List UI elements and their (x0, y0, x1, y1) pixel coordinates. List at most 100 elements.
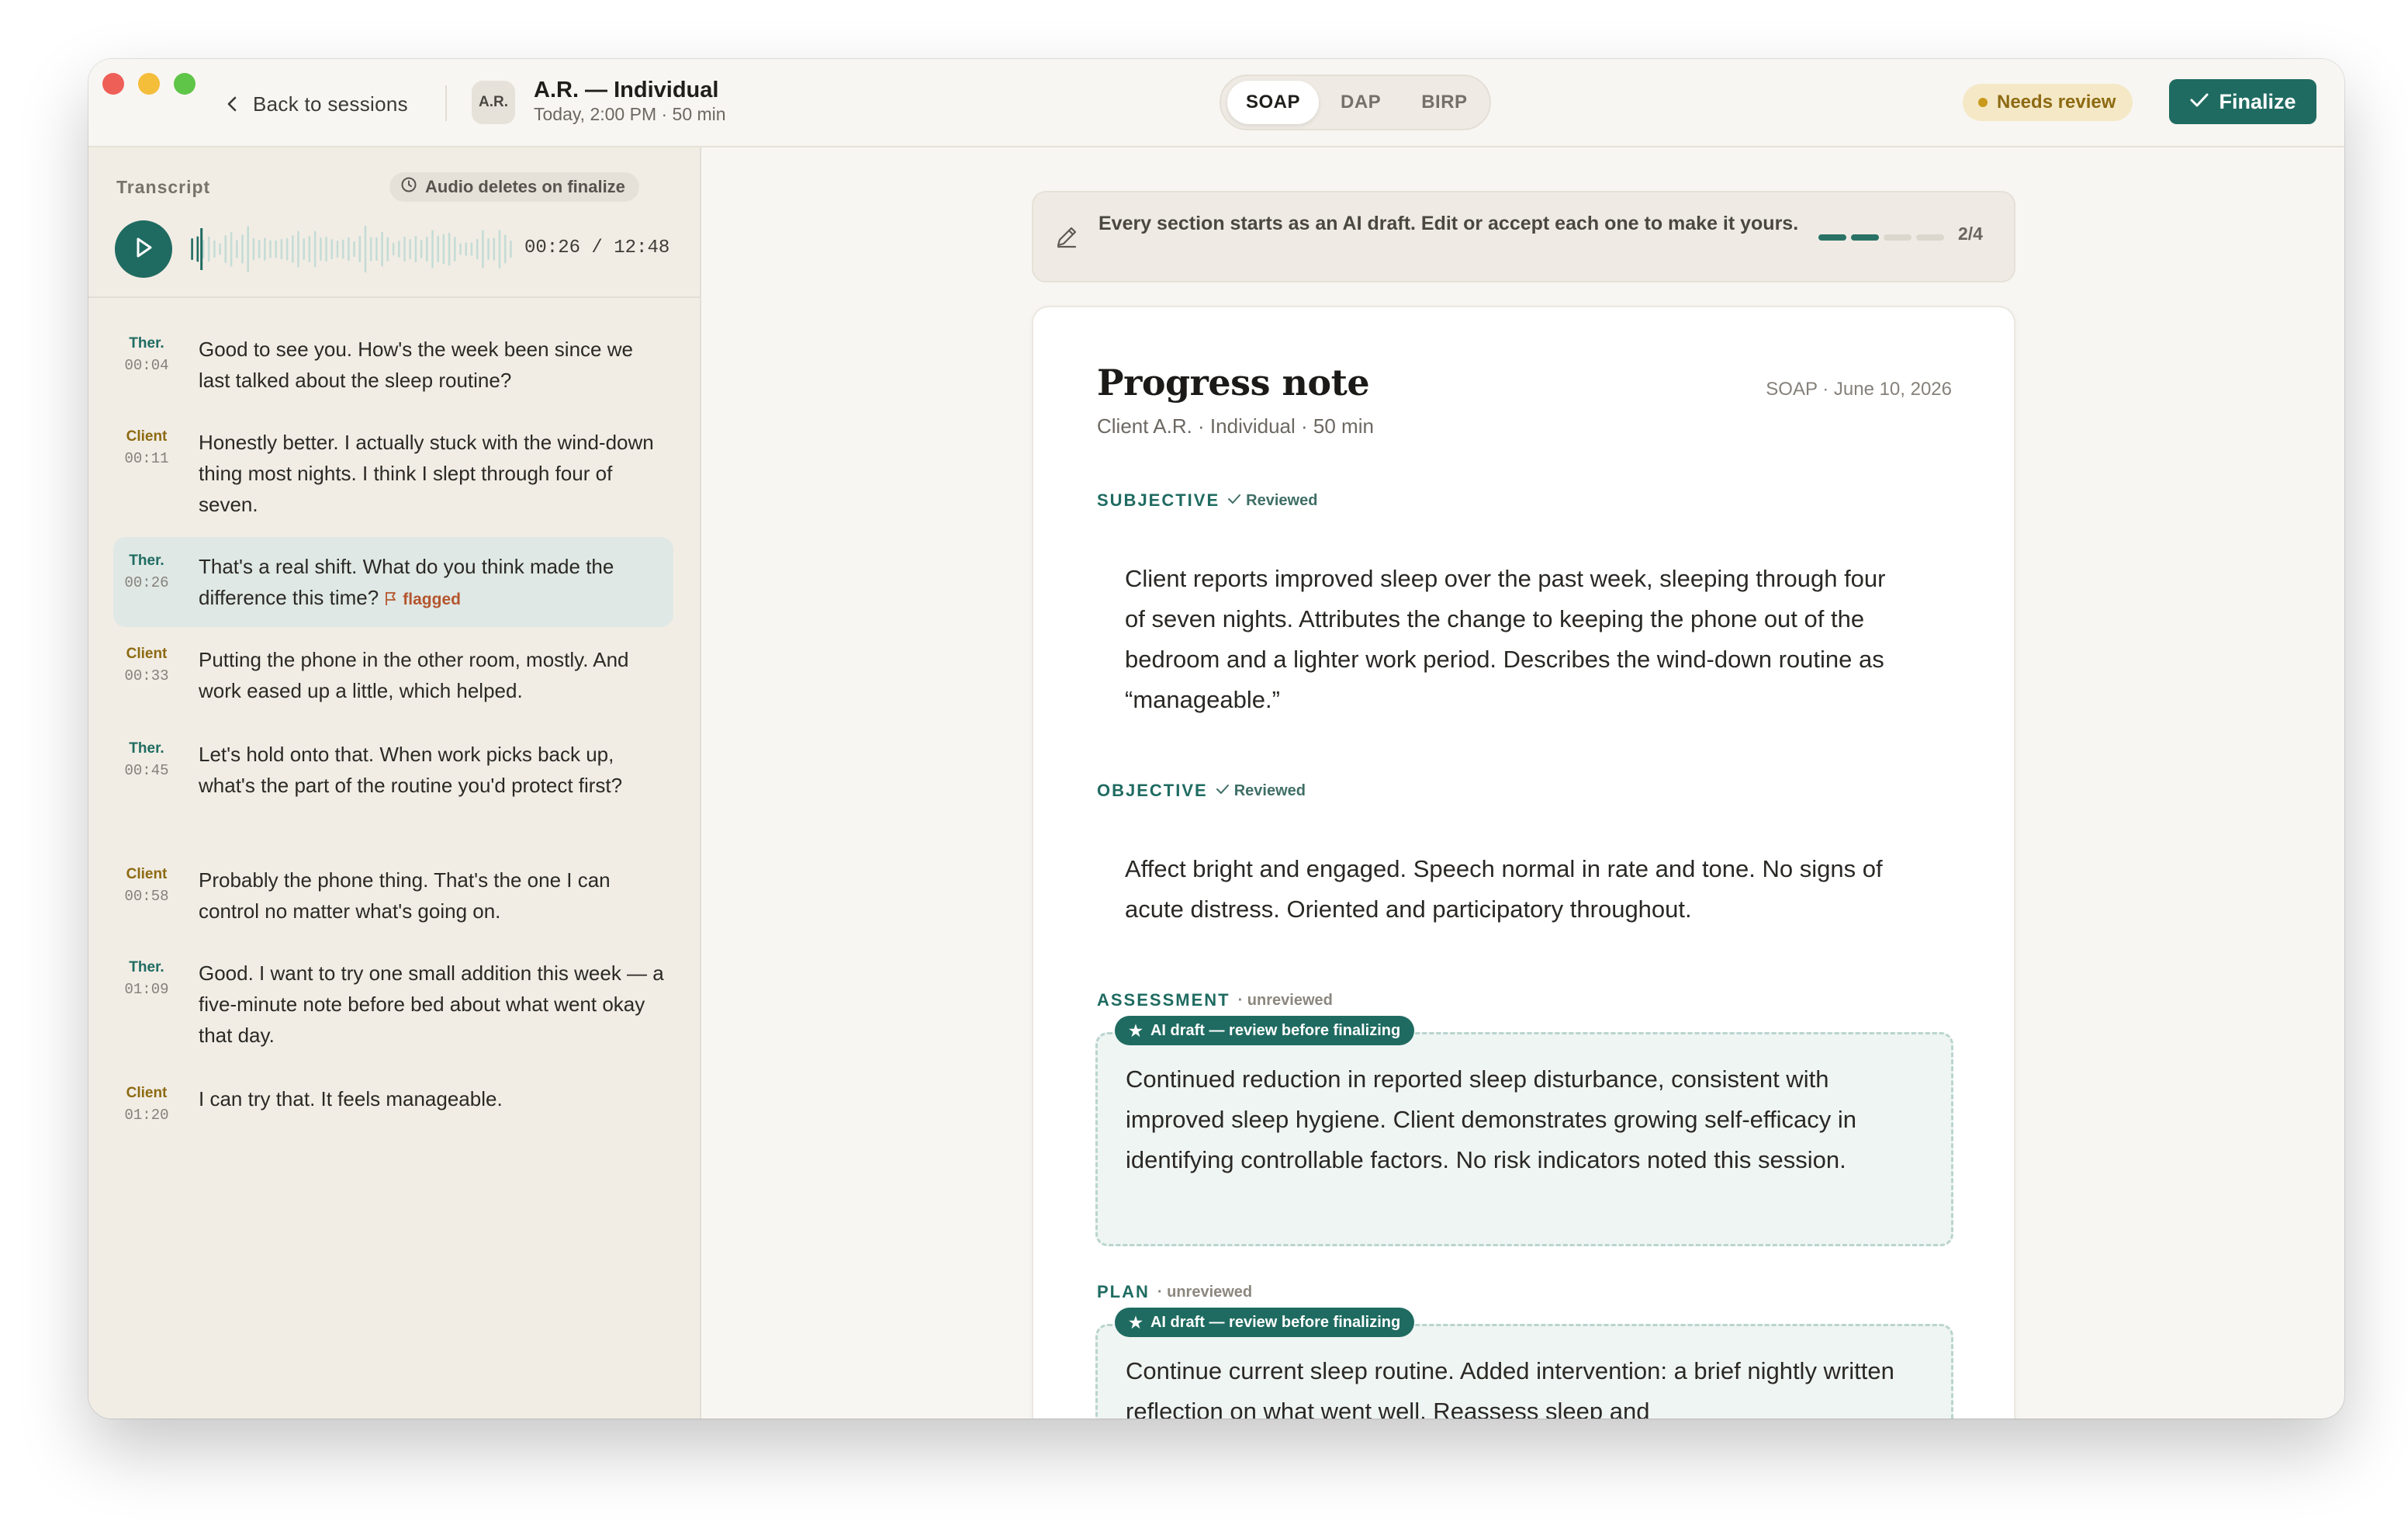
waveform-bar (437, 235, 439, 263)
back-to-sessions-button[interactable]: Back to sessions (225, 88, 408, 120)
flag-marker[interactable]: flagged (384, 591, 461, 608)
waveform-bar (207, 236, 210, 262)
transcript-entry[interactable]: Client 00:33 Putting the phone in the ot… (113, 630, 673, 723)
waveform-bar (191, 238, 193, 260)
entry-text: Probably the phone thing. That's the one… (199, 868, 611, 923)
waveform-bar (241, 234, 244, 264)
note-format-switcher: SOAP DAP BIRP (1220, 74, 1491, 130)
waveform-bar (196, 236, 199, 262)
waveform-bar (503, 234, 507, 264)
waveform-bar (381, 231, 383, 267)
flag-icon (384, 591, 398, 608)
review-progress-count: 2/4 (1958, 223, 1983, 244)
waveform-bar (498, 230, 501, 269)
entry-text: That's a real shift. What do you think m… (199, 551, 664, 615)
note-title: Progress note (1097, 362, 1370, 404)
finalize-button[interactable]: Finalize (2169, 79, 2316, 124)
waveform-bar (465, 242, 467, 256)
progress-segment (1851, 234, 1879, 241)
zoom-window-button[interactable] (174, 73, 195, 95)
checkmark-icon (2189, 90, 2209, 114)
play-button[interactable] (115, 220, 172, 278)
section-body-plan[interactable]: Continue current sleep routine. Added in… (1126, 1351, 1932, 1419)
speaker-label: Ther. (129, 959, 164, 975)
format-tab-dap[interactable]: DAP (1322, 81, 1399, 124)
progress-note-card: Progress note SOAP · June 10, 2026 Clien… (1032, 306, 2015, 1419)
waveform-bar (247, 226, 249, 272)
section-header-plan: PLAN · unreviewed (1097, 1282, 1252, 1302)
format-tab-birp[interactable]: BIRP (1403, 81, 1486, 124)
waveform-bar (336, 241, 339, 258)
time-separator: / (591, 237, 603, 258)
entry-timestamp: 00:58 (124, 888, 169, 905)
waveform-bar (403, 237, 406, 262)
ai-draft-badge-label: AI draft — review before finalizing (1150, 1021, 1401, 1039)
waveform-bar (375, 237, 378, 262)
waveform-bar (308, 236, 311, 262)
section-status-label: · unreviewed (1157, 1283, 1253, 1301)
section-body-subjective[interactable]: Client reports improved sleep over the p… (1125, 559, 1901, 720)
entry-timestamp: 01:20 (124, 1107, 169, 1124)
app-window: Back to sessions A.R. A.R. — Individual … (88, 59, 2344, 1419)
ai-draft-plan[interactable]: ★ AI draft — review before finalizing Co… (1095, 1308, 1953, 1419)
transcript-entry[interactable]: Client 00:58 Probably the phone thing. T… (113, 851, 673, 944)
section-header-subjective: SUBJECTIVE Reviewed (1097, 490, 1317, 511)
checkmark-icon (1216, 782, 1230, 800)
entry-text: Honestly better. I actually stuck with t… (199, 431, 654, 516)
waveform-bar (258, 240, 261, 258)
playback-time: 00:26 / 12:48 (524, 237, 669, 258)
transcript-entry-active[interactable]: Ther. 00:26 That's a real shift. What do… (113, 537, 673, 627)
title-bar: Back to sessions A.R. A.R. — Individual … (88, 59, 2344, 147)
transcript-entry[interactable]: Ther. 00:04 Good to see you. How's the w… (113, 315, 673, 408)
waveform-bar (426, 236, 428, 262)
entry-timestamp: 01:09 (124, 981, 169, 998)
waveform-bar (303, 238, 305, 260)
waveform-bar (392, 242, 395, 256)
pencil-icon (1054, 223, 1080, 254)
progress-segment (1884, 234, 1912, 241)
waveform-bar (470, 242, 473, 256)
audio-deletion-badge: Audio deletes on finalize (389, 172, 639, 202)
speaker-label: Ther. (129, 740, 164, 757)
ai-draft-badge-label: AI draft — review before finalizing (1150, 1313, 1401, 1331)
session-title: A.R. — Individual (534, 78, 719, 102)
close-window-button[interactable] (102, 73, 124, 95)
waveform-bar (236, 240, 238, 258)
transcript-entry[interactable]: Ther. 00:45 Let's hold onto that. When w… (113, 725, 673, 849)
waveform-bar (348, 237, 350, 262)
star-icon: ★ (1129, 1314, 1143, 1332)
section-body-assessment[interactable]: Continued reduction in reported sleep di… (1126, 1059, 1932, 1180)
entry-timestamp: 00:33 (124, 667, 169, 684)
waveform-bar (398, 241, 400, 258)
speaker-label: Client (126, 428, 168, 445)
audio-waveform-scrubber[interactable] (189, 222, 514, 276)
ai-draft-assessment[interactable]: ★ AI draft — review before finalizing Co… (1095, 1016, 1953, 1246)
speaker-label: Client (126, 646, 168, 662)
current-time: 00:26 (524, 237, 581, 258)
total-time: 12:48 (614, 237, 670, 258)
transcript-entry[interactable]: Client 00:11 Honestly better. I actually… (113, 410, 673, 534)
audio-badge-label: Audio deletes on finalize (425, 177, 625, 196)
format-tab-soap[interactable]: SOAP (1227, 81, 1320, 124)
waveform-bar (213, 240, 216, 258)
minimize-window-button[interactable] (138, 73, 160, 95)
section-label: OBJECTIVE (1097, 781, 1208, 800)
waveform-bar (448, 232, 451, 266)
ai-draft-badge: ★ AI draft — review before finalizing (1115, 1016, 1415, 1045)
entry-timestamp: 00:45 (124, 762, 169, 779)
progress-segment (1916, 234, 1944, 241)
waveform-bar (442, 234, 445, 265)
waveform-bar (414, 235, 417, 263)
waveform-bar (420, 240, 423, 258)
waveform-bar (364, 225, 367, 273)
playhead[interactable] (200, 228, 203, 270)
note-subtitle: Client A.R. · Individual · 50 min (1097, 414, 1374, 438)
waveform-bar (269, 240, 272, 258)
section-body-objective[interactable]: Affect bright and engaged. Speech normal… (1125, 849, 1901, 930)
waveform-bar (330, 239, 334, 259)
transcript-entry[interactable]: Ther. 01:09 Good. I want to try one smal… (113, 945, 673, 1069)
transcript-entry[interactable]: Client 01:20 I can try that. It feels ma… (113, 1071, 673, 1133)
flag-label: flagged (403, 591, 461, 608)
waveform-bar (230, 231, 233, 267)
section-label: ASSESSMENT (1097, 990, 1230, 1010)
